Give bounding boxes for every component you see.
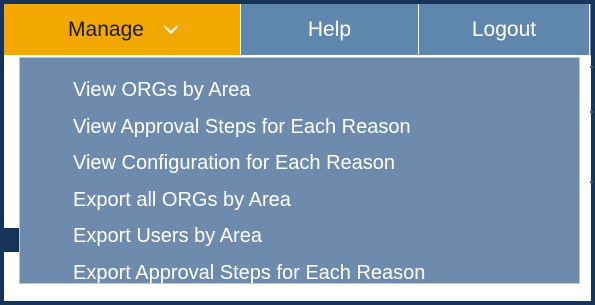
menu-help[interactable]: Help: [241, 4, 419, 55]
page-edge-mark: [590, 181, 593, 183]
menu-manage-label: Manage: [68, 17, 144, 41]
menu-help-label: Help: [307, 17, 352, 41]
page-sidebar-fragment: [4, 228, 19, 252]
menu-logout-label: Logout: [471, 17, 537, 41]
page-edge-mark: [590, 111, 593, 113]
manage-dropdown-menu: View ORGs by Area View Approval Steps fo…: [19, 57, 580, 284]
top-menu-bar: Manage Help Logout: [4, 4, 591, 55]
dropdown-item-export-all-orgs[interactable]: Export all ORGs by Area: [20, 182, 579, 219]
dropdown-item-export-users[interactable]: Export Users by Area: [20, 218, 579, 255]
dropdown-item-view-approval-steps[interactable]: View Approval Steps for Each Reason: [20, 109, 579, 146]
dropdown-item-export-approval-steps[interactable]: Export Approval Steps for Each Reason: [20, 255, 579, 292]
dropdown-item-view-configuration[interactable]: View Configuration for Each Reason: [20, 145, 579, 182]
page-edge-mark: [590, 66, 593, 68]
dropdown-item-view-orgs-by-area[interactable]: View ORGs by Area: [20, 72, 579, 109]
menu-logout[interactable]: Logout: [419, 4, 590, 55]
chevron-down-icon: [163, 19, 179, 34]
menu-manage[interactable]: Manage: [4, 4, 241, 55]
